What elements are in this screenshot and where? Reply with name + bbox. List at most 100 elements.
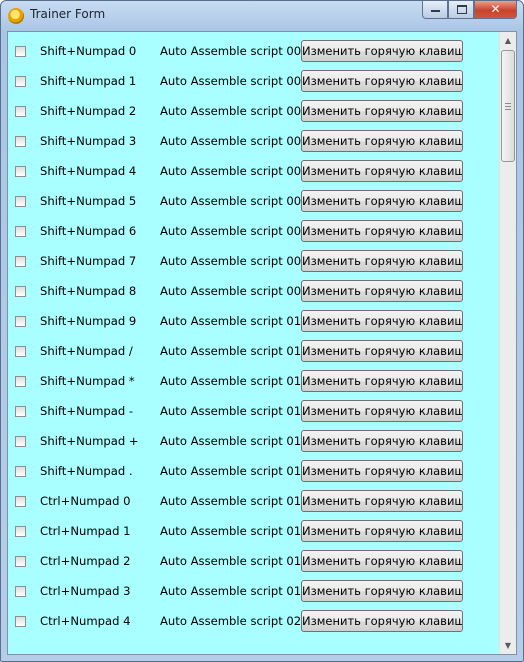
script-name-label: Auto Assemble script 008 [160,254,309,268]
enable-checkbox[interactable] [15,136,26,147]
hotkey-row: Ctrl+Numpad 4 Auto Assemble script 020 Изм… [8,606,500,636]
hotkey-row: Ctrl+Numpad 1 Auto Assemble script 017 Изм… [8,516,500,546]
minimize-button[interactable] [422,1,448,19]
hotkey-label: Ctrl+Numpad 2 [40,554,131,568]
hotkey-row: Ctrl+Numpad 3 Auto Assemble script 019 Изм… [8,576,500,606]
enable-checkbox[interactable] [15,106,26,117]
change-hotkey-button[interactable]: Изменить горячую клавишу [301,370,463,392]
enable-checkbox[interactable] [15,496,26,507]
change-hotkey-button[interactable]: Изменить горячую клавишу [301,190,463,212]
maximize-button[interactable] [448,1,474,19]
change-hotkey-button[interactable]: Изменить горячую клавишу [301,550,463,572]
change-hotkey-button[interactable]: Изменить горячую клавишу [301,100,463,122]
change-hotkey-button[interactable]: Изменить горячую клавишу [301,520,463,542]
change-hotkey-button[interactable]: Изменить горячую клавишу [301,340,463,362]
enable-checkbox[interactable] [15,286,26,297]
hotkey-label: Shift+Numpad 8 [40,284,137,298]
trainer-window: Trainer Form ✕ Shift+Numpad 0 Auto Assemb… [0,0,524,662]
script-name-label: Auto Assemble script 010 [160,314,309,328]
change-hotkey-button[interactable]: Изменить горячую клавишу [301,280,463,302]
title-bar[interactable]: Trainer Form ✕ [1,1,523,29]
script-name-label: Auto Assemble script 020 [160,614,309,628]
hotkey-row: Shift+Numpad . Auto Assemble script 015 Из… [8,456,500,486]
vertical-scrollbar[interactable]: ▲ ▼ [499,32,516,654]
script-name-label: Auto Assemble script 007 [160,224,309,238]
hotkey-label: Shift+Numpad 0 [40,44,137,58]
script-name-label: Auto Assemble script 018 [160,554,309,568]
change-hotkey-button[interactable]: Изменить горячую клавишу [301,250,463,272]
hotkey-list-panel: Shift+Numpad 0 Auto Assemble script 001 Из… [7,31,517,655]
enable-checkbox[interactable] [15,616,26,627]
change-hotkey-button[interactable]: Изменить горячую клавишу [301,400,463,422]
hotkey-row: Shift+Numpad 3 Auto Assemble script 004 Из… [8,126,500,156]
caption-buttons: ✕ [422,1,517,21]
hotkey-label: Shift+Numpad * [40,374,135,388]
change-hotkey-button[interactable]: Изменить горячую клавишу [301,610,463,632]
hotkey-row: Shift+Numpad 6 Auto Assemble script 007 Из… [8,216,500,246]
scroll-down-arrow-icon[interactable]: ▼ [500,637,516,654]
change-hotkey-button[interactable]: Изменить горячую клавишу [301,580,463,602]
enable-checkbox[interactable] [15,46,26,57]
change-hotkey-button[interactable]: Изменить горячую клавишу [301,70,463,92]
hotkey-row: Ctrl+Numpad 0 Auto Assemble script 016 Изм… [8,486,500,516]
hotkey-row: Shift+Numpad 5 Auto Assemble script 006 Из… [8,186,500,216]
hotkey-row: Shift+Numpad - Auto Assemble script 013 Из… [8,396,500,426]
change-hotkey-button[interactable]: Изменить горячую клавишу [301,310,463,332]
change-hotkey-button[interactable]: Изменить горячую клавишу [301,220,463,242]
change-hotkey-button[interactable]: Изменить горячую клавишу [301,160,463,182]
script-name-label: Auto Assemble script 012 [160,374,309,388]
enable-checkbox[interactable] [15,406,26,417]
script-name-label: Auto Assemble script 013 [160,404,309,418]
hotkey-label: Ctrl+Numpad 4 [40,614,131,628]
hotkey-label: Shift+Numpad - [40,404,134,418]
minimize-icon [431,10,440,12]
hotkey-label: Shift+Numpad + [40,434,139,448]
enable-checkbox[interactable] [15,166,26,177]
enable-checkbox[interactable] [15,316,26,327]
hotkey-row: Shift+Numpad 8 Auto Assemble script 009 Из… [8,276,500,306]
script-name-label: Auto Assemble script 005 [160,164,309,178]
close-icon: ✕ [490,2,501,16]
hotkey-row: Ctrl+Numpad 2 Auto Assemble script 018 Изм… [8,546,500,576]
hotkey-label: Shift+Numpad . [40,464,133,478]
hotkey-row: Shift+Numpad 9 Auto Assemble script 010 Из… [8,306,500,336]
hotkey-row: Shift+Numpad + Auto Assemble script 014 Из… [8,426,500,456]
script-name-label: Auto Assemble script 009 [160,284,309,298]
enable-checkbox[interactable] [15,556,26,567]
hotkey-row: Shift+Numpad 0 Auto Assemble script 001 Из… [8,36,500,66]
script-name-label: Auto Assemble script 002 [160,74,309,88]
change-hotkey-button[interactable]: Изменить горячую клавишу [301,40,463,62]
close-button[interactable]: ✕ [474,1,517,19]
enable-checkbox[interactable] [15,226,26,237]
hotkey-row: Shift+Numpad * Auto Assemble script 012 Из… [8,366,500,396]
script-name-label: Auto Assemble script 014 [160,434,309,448]
enable-checkbox[interactable] [15,436,26,447]
thumb-grip [505,109,511,110]
hotkey-row: Shift+Numpad 1 Auto Assemble script 002 Из… [8,66,500,96]
hotkey-label: Shift+Numpad 7 [40,254,137,268]
change-hotkey-button[interactable]: Изменить горячую клавишу [301,130,463,152]
script-name-label: Auto Assemble script 016 [160,494,309,508]
hotkey-row: Shift+Numpad 2 Auto Assemble script 003 Из… [8,96,500,126]
scrollbar-thumb[interactable] [501,50,515,162]
enable-checkbox[interactable] [15,586,26,597]
change-hotkey-button[interactable]: Изменить горячую клавишу [301,430,463,452]
enable-checkbox[interactable] [15,376,26,387]
enable-checkbox[interactable] [15,76,26,87]
enable-checkbox[interactable] [15,196,26,207]
enable-checkbox[interactable] [15,526,26,537]
change-hotkey-button[interactable]: Изменить горячую клавишу [301,460,463,482]
script-name-label: Auto Assemble script 004 [160,134,309,148]
hotkey-label: Shift+Numpad 9 [40,314,137,328]
enable-checkbox[interactable] [15,346,26,357]
hotkey-label: Ctrl+Numpad 0 [40,494,131,508]
enable-checkbox[interactable] [15,466,26,477]
hotkey-label: Shift+Numpad 4 [40,164,137,178]
app-icon [8,8,24,24]
script-name-label: Auto Assemble script 001 [160,44,309,58]
enable-checkbox[interactable] [15,256,26,267]
change-hotkey-button[interactable]: Изменить горячую клавишу [301,490,463,512]
hotkey-row: Shift+Numpad 7 Auto Assemble script 008 Из… [8,246,500,276]
scroll-up-arrow-icon[interactable]: ▲ [500,32,516,49]
thumb-grip [505,103,511,104]
